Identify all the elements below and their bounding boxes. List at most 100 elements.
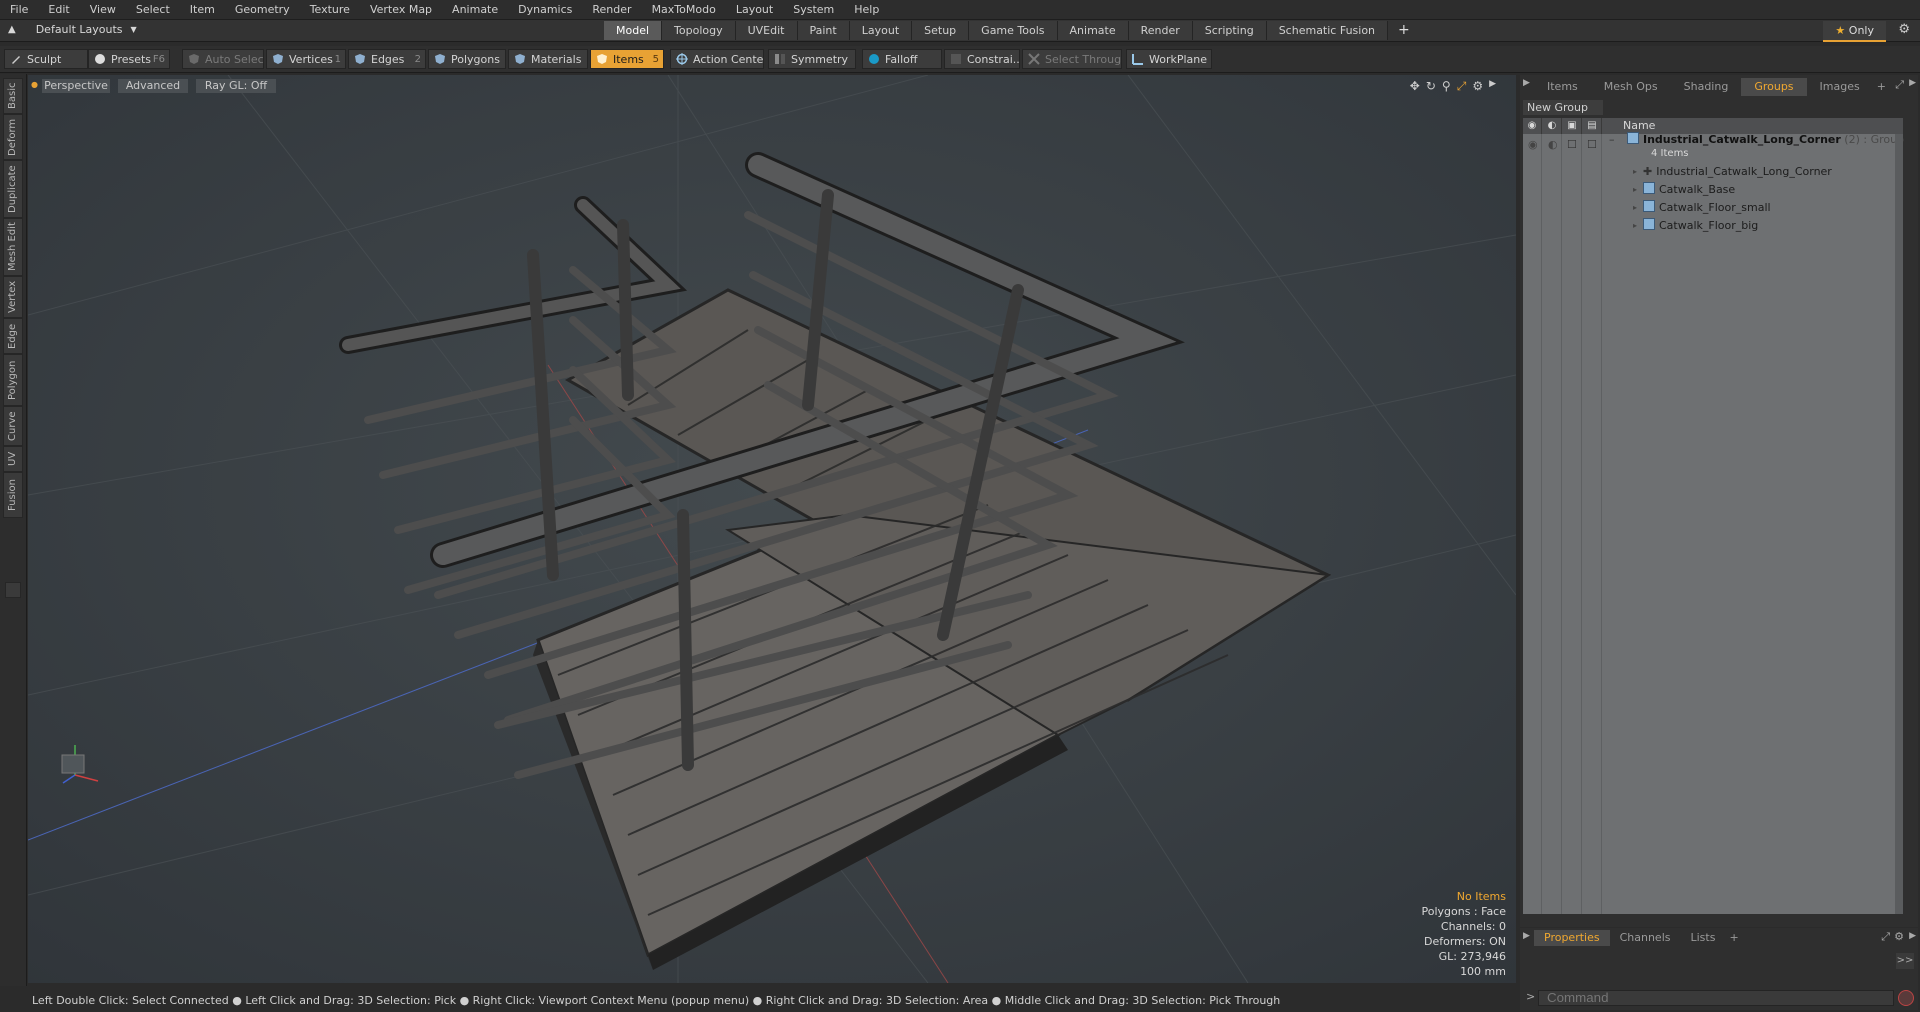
add-tab-button[interactable]: + — [1388, 21, 1420, 40]
edges-button[interactable]: Edges 2 — [348, 49, 426, 69]
select-icon[interactable]: ▤ — [1583, 118, 1602, 134]
sidetab-mesh-edit[interactable]: Mesh Edit — [3, 218, 23, 276]
only-toggle[interactable]: ★ Only — [1823, 21, 1886, 42]
props-settings-icon[interactable]: ⚙ — [1894, 930, 1904, 943]
menu-select[interactable]: Select — [126, 0, 180, 19]
action-center-button[interactable]: Action Center — [670, 49, 764, 69]
falloff-button[interactable]: Falloff — [862, 49, 942, 69]
tab-properties[interactable]: Properties — [1534, 930, 1610, 946]
expand-props-icon[interactable]: ⤢ — [1881, 930, 1890, 944]
tab-mesh-ops[interactable]: Mesh Ops — [1591, 78, 1671, 96]
lock-icon[interactable]: ▣ — [1563, 118, 1582, 134]
group-child-row[interactable]: ▸ ✚ Industrial_Catwalk_Long_Corner — [1523, 163, 1903, 181]
group-child-row[interactable]: ▸ Catwalk_Floor_small — [1523, 199, 1903, 217]
tab-uvedit[interactable]: UVEdit — [735, 21, 798, 40]
menu-texture[interactable]: Texture — [300, 0, 360, 19]
expand-child-icon[interactable]: ▸ — [1633, 181, 1637, 199]
fit-view-icon[interactable]: ⤢ — [1457, 79, 1467, 94]
tab-lists[interactable]: Lists — [1681, 930, 1726, 946]
tab-shading[interactable]: Shading — [1671, 78, 1742, 96]
tab-items[interactable]: Items — [1534, 78, 1591, 96]
viewport-settings-icon[interactable]: ⚙ — [1472, 79, 1483, 94]
collapse-icon[interactable]: ▲ — [8, 24, 16, 35]
auto-select-button[interactable]: Auto Select — [182, 49, 264, 69]
menu-help[interactable]: Help — [844, 0, 889, 19]
tab-game-tools[interactable]: Game Tools — [969, 21, 1058, 40]
viewport-scene[interactable] — [28, 75, 1516, 983]
items-button[interactable]: Items 5 — [590, 49, 664, 69]
perspective-button[interactable]: Perspective — [42, 79, 110, 93]
menu-edit[interactable]: Edit — [38, 0, 79, 19]
gear-icon[interactable]: ⚙ — [1898, 22, 1910, 37]
raygl-button[interactable]: Ray GL: Off — [196, 79, 276, 93]
group-child-row[interactable]: ▸ Catwalk_Floor_big — [1523, 217, 1903, 235]
menu-vertex-map[interactable]: Vertex Map — [360, 0, 442, 19]
tab-animate[interactable]: Animate — [1057, 21, 1129, 40]
vertices-button[interactable]: Vertices 1 — [266, 49, 346, 69]
menu-file[interactable]: File — [0, 0, 38, 19]
tab-setup[interactable]: Setup — [912, 21, 970, 40]
group-eye-icon[interactable]: ◉ — [1528, 136, 1538, 154]
add-props-tab-button[interactable]: + — [1725, 930, 1742, 946]
forward-icon[interactable]: >> — [1896, 953, 1914, 969]
menu-dynamics[interactable]: Dynamics — [508, 0, 582, 19]
rotate-view-icon[interactable]: ↻ — [1426, 79, 1436, 94]
props-more-icon[interactable]: ▶ — [1909, 931, 1916, 941]
groups-scrollbar[interactable] — [1895, 134, 1903, 914]
sidetab-uv[interactable]: UV — [3, 446, 23, 472]
menu-view[interactable]: View — [80, 0, 126, 19]
sidetab-deform[interactable]: Deform — [3, 114, 23, 160]
expand-child-icon[interactable]: ▸ — [1633, 163, 1637, 181]
panel-toggle[interactable] — [5, 582, 21, 598]
group-lock-checkbox[interactable]: ☐ — [1567, 136, 1577, 154]
sidetab-fusion[interactable]: Fusion — [3, 472, 23, 518]
group-select-checkbox[interactable]: ☐ — [1587, 136, 1597, 154]
group-child-row[interactable]: ▸ Catwalk_Base — [1523, 181, 1903, 199]
new-group-button[interactable]: New Group — [1523, 100, 1603, 115]
symmetry-button[interactable]: Symmetry — [768, 49, 856, 69]
menu-geometry[interactable]: Geometry — [225, 0, 300, 19]
collapse-group-icon[interactable]: – — [1609, 131, 1615, 149]
polygons-button[interactable]: Polygons — [428, 49, 506, 69]
viewport-menu-dot[interactable]: ● — [31, 80, 38, 89]
group-row[interactable]: ◉ ◐ ☐ ☐ – Industrial_Catwalk_Long_Corner… — [1523, 132, 1904, 162]
tab-schematic-fusion[interactable]: Schematic Fusion — [1266, 21, 1389, 40]
sidetab-curve[interactable]: Curve — [3, 406, 23, 446]
presets-button[interactable]: Presets F6 — [88, 49, 170, 69]
tab-topology[interactable]: Topology — [662, 21, 736, 40]
sculpt-button[interactable]: Sculpt — [4, 49, 88, 69]
select-through-button[interactable]: Select Through — [1022, 49, 1122, 69]
group-render-icon[interactable]: ◐ — [1548, 136, 1558, 154]
panel-more-icon[interactable]: ▶ — [1909, 78, 1916, 88]
materials-button[interactable]: Materials — [508, 49, 588, 69]
layouts-dropdown[interactable]: ▲ Default Layouts ▼ — [8, 23, 137, 36]
add-panel-tab-button[interactable]: + — [1873, 78, 1890, 96]
record-icon[interactable] — [1898, 990, 1914, 1006]
tab-channels[interactable]: Channels — [1610, 930, 1681, 946]
tab-layout[interactable]: Layout — [849, 21, 913, 40]
tab-scripting[interactable]: Scripting — [1192, 21, 1267, 40]
sidetab-vertex[interactable]: Vertex — [3, 276, 23, 318]
expand-child-icon[interactable]: ▸ — [1633, 199, 1637, 217]
menu-item[interactable]: Item — [180, 0, 225, 19]
3d-viewport[interactable]: ● Perspective Advanced Ray GL: Off ✥ ↻ ⚲… — [28, 75, 1516, 983]
panel-menu-icon[interactable]: ▶ — [1523, 78, 1530, 88]
tab-paint[interactable]: Paint — [797, 21, 850, 40]
expand-child-icon[interactable]: ▸ — [1633, 217, 1637, 235]
zoom-view-icon[interactable]: ⚲ — [1442, 79, 1451, 94]
menu-maxtomodo[interactable]: MaxToModo — [642, 0, 726, 19]
tab-images[interactable]: Images — [1807, 78, 1873, 96]
tab-render[interactable]: Render — [1128, 21, 1193, 40]
sidetab-basic[interactable]: Basic — [3, 78, 23, 114]
menu-layout[interactable]: Layout — [726, 0, 783, 19]
menu-render[interactable]: Render — [582, 0, 641, 19]
tab-model[interactable]: Model — [604, 21, 663, 40]
advanced-button[interactable]: Advanced — [118, 79, 188, 93]
expand-panel-icon[interactable]: ⤢ — [1895, 78, 1904, 92]
sidetab-edge[interactable]: Edge — [3, 318, 23, 354]
menu-system[interactable]: System — [783, 0, 844, 19]
viewport-more-icon[interactable]: ▶ — [1489, 79, 1496, 94]
sidetab-polygon[interactable]: Polygon — [3, 354, 23, 406]
tab-groups[interactable]: Groups — [1741, 78, 1807, 96]
sidetab-duplicate[interactable]: Duplicate — [3, 160, 23, 218]
